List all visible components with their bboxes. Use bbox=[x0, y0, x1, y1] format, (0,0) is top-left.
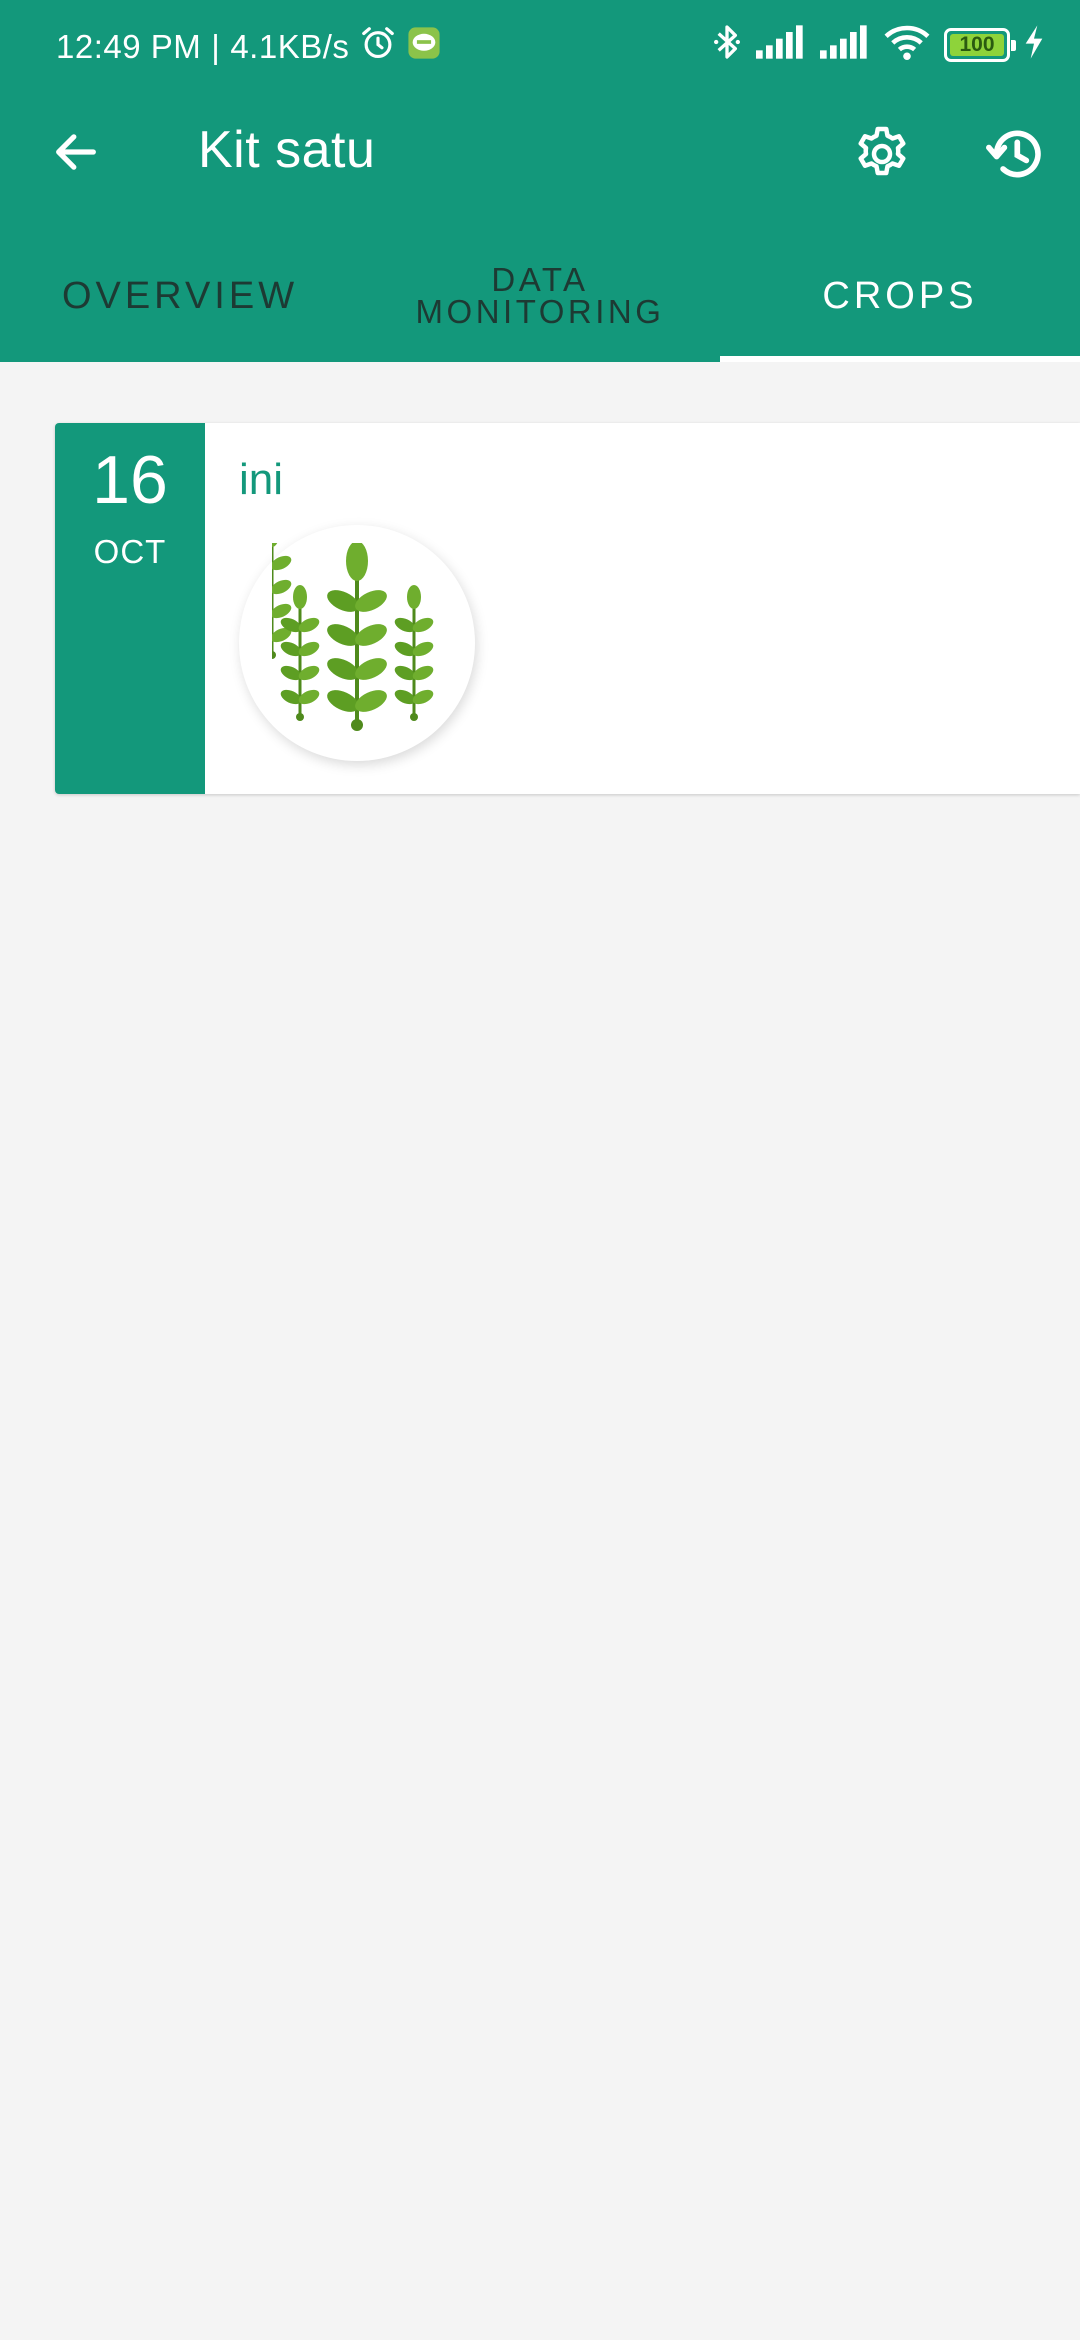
status-separator: | bbox=[211, 28, 221, 65]
tab-label: CROPS bbox=[822, 274, 978, 317]
charging-icon bbox=[1024, 25, 1044, 64]
gear-icon bbox=[858, 126, 906, 176]
crop-date-day: 16 bbox=[92, 442, 168, 518]
battery-level: 100 bbox=[959, 32, 995, 56]
status-left: 12:49 PM | 4.1KB/s bbox=[56, 24, 441, 70]
status-bar: 12:49 PM | 4.1KB/s 100 bbox=[0, 0, 1080, 92]
signal-icon-2 bbox=[820, 25, 870, 64]
bluetooth-icon bbox=[712, 22, 742, 67]
tab-label: OVERVIEW bbox=[61, 274, 299, 317]
tab-crops[interactable]: CROPS bbox=[720, 230, 1080, 362]
signal-icon bbox=[756, 25, 806, 64]
plant-sprouts-icon bbox=[272, 543, 434, 731]
history-button[interactable] bbox=[978, 116, 1054, 192]
app-bar: 12:49 PM | 4.1KB/s 100 Kit satu OVERVIEW… bbox=[0, 0, 1080, 362]
history-icon bbox=[986, 130, 1041, 178]
battery-icon: 100 bbox=[944, 27, 1016, 62]
tab-bar: OVERVIEW DATA MONITORING CROPS bbox=[0, 230, 1080, 362]
crop-image bbox=[239, 525, 475, 761]
crop-card-body: ini bbox=[205, 423, 1080, 794]
back-button[interactable] bbox=[40, 116, 112, 188]
status-time: 12:49 PM bbox=[56, 28, 202, 65]
crop-date-month: OCT bbox=[93, 533, 167, 570]
tab-data-monitoring[interactable]: DATA MONITORING bbox=[360, 230, 720, 362]
settings-button[interactable] bbox=[844, 116, 920, 192]
tab-overview[interactable]: OVERVIEW bbox=[0, 230, 360, 362]
status-right: 100 bbox=[712, 22, 1044, 67]
crop-date: 16 OCT bbox=[55, 423, 205, 794]
arrow-back-icon bbox=[56, 134, 96, 170]
network-speed: 4.1KB/s bbox=[230, 28, 350, 65]
wifi-icon bbox=[884, 23, 930, 66]
tab-label: DATA MONITORING bbox=[415, 261, 665, 330]
crop-card[interactable]: 16 OCT ini bbox=[55, 423, 1080, 794]
crop-name: ini bbox=[239, 455, 284, 504]
toolbar: Kit satu bbox=[0, 92, 1080, 212]
line-app-icon bbox=[407, 26, 441, 68]
page-title: Kit satu bbox=[198, 121, 376, 179]
alarm-icon bbox=[359, 24, 397, 70]
